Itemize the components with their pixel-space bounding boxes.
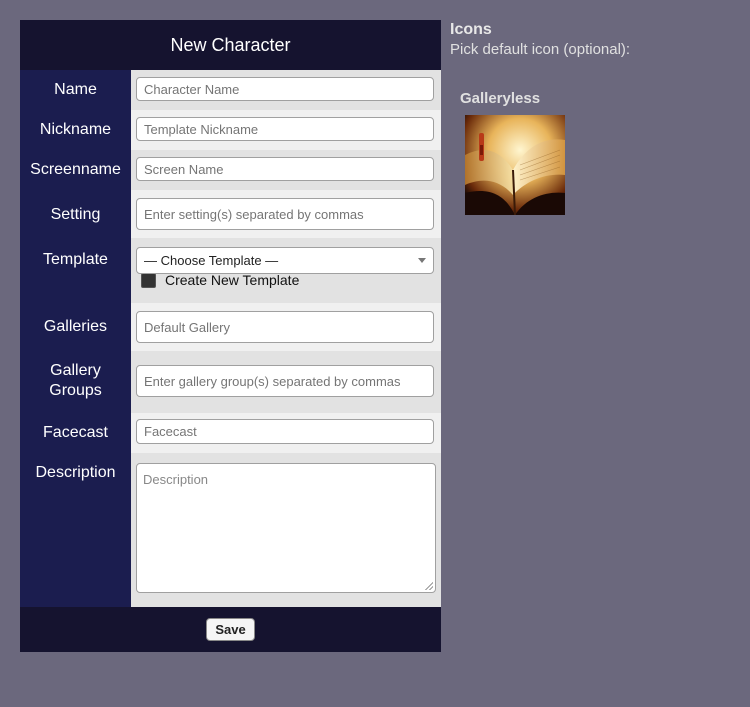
- save-button[interactable]: Save: [206, 618, 255, 641]
- nickname-label: Nickname: [39, 121, 112, 138]
- template-label: Template: [43, 251, 108, 268]
- template-select[interactable]: — Choose Template —: [136, 247, 434, 274]
- resize-handle-icon[interactable]: [425, 582, 433, 590]
- new-character-form: New Character Name Nickname Screenname S…: [20, 20, 441, 652]
- gallery-groups-label: Gallery Groups: [20, 361, 131, 401]
- name-label: Name: [54, 81, 97, 98]
- galleries-label: Galleries: [43, 318, 108, 335]
- row-template: Create New Template Template — Choose Te…: [20, 238, 441, 303]
- facecast-label: Facecast: [43, 424, 108, 441]
- row-screenname: Screenname: [20, 150, 441, 190]
- description-placeholder: Description: [143, 472, 209, 487]
- screenname-label: Screenname: [30, 161, 121, 178]
- galleries-input[interactable]: [136, 311, 434, 343]
- setting-input[interactable]: [136, 198, 434, 230]
- gallery-groups-input[interactable]: [136, 365, 434, 397]
- character-name-input[interactable]: [136, 77, 434, 101]
- gallery-name: Galleryless: [460, 90, 541, 107]
- row-facecast: Facecast: [20, 413, 441, 453]
- icons-panel: Icons Pick default icon (optional):: [450, 20, 630, 60]
- nickname-input[interactable]: [136, 117, 434, 141]
- row-setting: Setting: [20, 190, 441, 238]
- description-textarea[interactable]: Description: [136, 463, 436, 593]
- icons-subtitle: Pick default icon (optional):: [450, 41, 631, 58]
- chevron-down-icon: [418, 258, 426, 263]
- form-title: New Character: [20, 20, 441, 70]
- gallery-groups-label-line2: Groups: [49, 382, 102, 399]
- facecast-input[interactable]: [136, 419, 434, 444]
- create-template-label: Create New Template: [165, 272, 300, 288]
- icons-title: Icons: [450, 21, 492, 38]
- create-template-option[interactable]: Create New Template: [141, 272, 299, 288]
- form-footer: Save: [20, 607, 441, 652]
- row-name: Name: [20, 70, 441, 110]
- open-book-icon[interactable]: [465, 115, 565, 215]
- screenname-input[interactable]: [136, 157, 434, 181]
- template-selected-value: — Choose Template —: [144, 253, 279, 268]
- gallery-groups-label-line1: Gallery: [50, 362, 101, 379]
- setting-label: Setting: [50, 206, 101, 223]
- row-galleries: Galleries: [20, 303, 441, 351]
- form-fields: Name Nickname Screenname Setting: [20, 70, 441, 607]
- row-nickname: Nickname: [20, 110, 441, 150]
- row-description: Description Description: [20, 453, 441, 607]
- create-template-checkbox[interactable]: [141, 272, 156, 288]
- description-label: Description: [35, 464, 116, 481]
- row-gallery-groups: Gallery Groups: [20, 351, 441, 413]
